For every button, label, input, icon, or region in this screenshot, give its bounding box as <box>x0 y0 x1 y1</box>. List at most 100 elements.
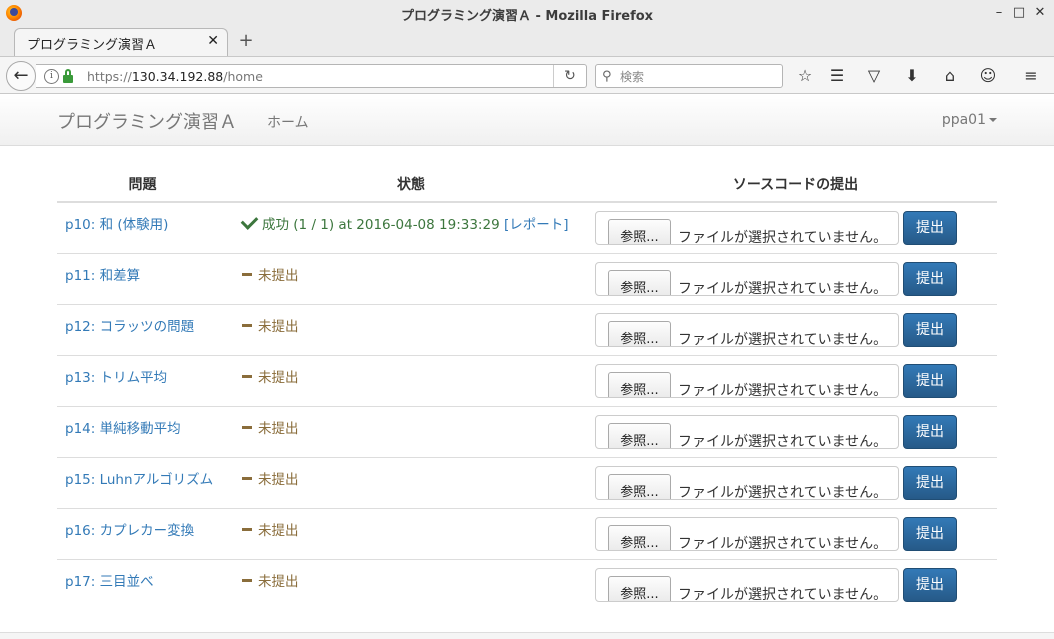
maximize-button[interactable]: □ <box>1010 4 1028 22</box>
file-input[interactable]: 参照... ファイルが選択されていません。 <box>595 517 899 551</box>
emoji-icon[interactable]: ☺ <box>977 65 999 87</box>
search-icon: ⚲ <box>602 69 612 84</box>
submit-button[interactable]: 提出 <box>903 517 957 551</box>
new-tab-button[interactable]: + <box>236 30 256 51</box>
tab-title: プログラミング演習Ａ <box>27 38 158 53</box>
file-input[interactable]: 参照... ファイルが選択されていません。 <box>595 313 899 347</box>
problem-link[interactable]: p17: 三目並べ <box>57 560 228 590</box>
downloads-icon[interactable]: ⬇ <box>901 65 923 87</box>
status-cell: 未提出 <box>228 304 594 356</box>
browse-button[interactable]: 参照... <box>608 321 671 346</box>
browse-button[interactable]: 参照... <box>608 576 671 601</box>
status-text: 未提出 <box>228 407 594 437</box>
search-bar[interactable]: ⚲ <box>595 64 783 88</box>
header-problem: 問題 <box>57 167 228 203</box>
problem-link[interactable]: p16: カプレカー変換 <box>57 509 228 539</box>
url-text[interactable]: https://130.34.192.88/home <box>87 69 263 84</box>
reload-icon[interactable]: ↻ <box>553 65 586 87</box>
status-label: 成功 (1 / 1) at 2016-04-08 19:33:29 <box>262 217 500 233</box>
browse-button[interactable]: 参照... <box>608 474 671 499</box>
file-status-text: ファイルが選択されていません。 <box>678 230 888 245</box>
problem-cell: p12: コラッツの問題 <box>57 304 228 356</box>
table-row: p13: トリム平均 未提出 参照... ファイルが選択されていません。 提出 <box>57 355 997 407</box>
problem-link[interactable]: p13: トリム平均 <box>57 356 228 386</box>
problem-link[interactable]: p14: 単純移動平均 <box>57 407 228 437</box>
file-input[interactable]: 参照... ファイルが選択されていません。 <box>595 568 899 602</box>
problem-cell: p13: トリム平均 <box>57 355 228 407</box>
lock-icon <box>63 69 73 83</box>
back-button[interactable]: ← <box>6 61 36 91</box>
browse-button[interactable]: 参照... <box>608 270 671 295</box>
submit-button[interactable]: 提出 <box>903 568 957 602</box>
bookmark-star-icon[interactable]: ☆ <box>794 65 816 87</box>
status-text: 未提出 <box>228 305 594 335</box>
table-row: p11: 和差算 未提出 参照... ファイルが選択されていません。 提出 <box>57 253 997 305</box>
close-window-button[interactable]: ✕ <box>1031 4 1049 22</box>
submit-cell: 参照... ファイルが選択されていません。 提出 <box>594 355 997 407</box>
pocket-icon[interactable]: ▽ <box>863 65 885 87</box>
problem-cell: p15: Luhnアルゴリズム <box>57 457 228 509</box>
report-link[interactable]: [レポート] <box>504 217 569 233</box>
minus-icon <box>242 272 252 276</box>
table-row: p15: Luhnアルゴリズム 未提出 参照... ファイルが選択されていません。 提出 <box>57 457 997 509</box>
submit-button[interactable]: 提出 <box>903 262 957 296</box>
tab-close-icon[interactable]: ✕ <box>207 33 219 49</box>
status-label: 未提出 <box>258 268 299 284</box>
status-label: 未提出 <box>258 574 299 590</box>
submit-cell: 参照... ファイルが選択されていません。 提出 <box>594 253 997 305</box>
menu-icon[interactable]: ≡ <box>1020 65 1042 87</box>
status-cell: 未提出 <box>228 253 594 305</box>
user-menu[interactable]: ppa01 <box>942 112 997 128</box>
browse-button[interactable]: 参照... <box>608 219 671 244</box>
minus-icon <box>242 476 252 480</box>
minus-icon <box>242 374 252 378</box>
browse-button[interactable]: 参照... <box>608 525 671 550</box>
submit-button[interactable]: 提出 <box>903 364 957 398</box>
problem-link[interactable]: p10: 和 (体験用) <box>57 203 228 233</box>
submit-button[interactable]: 提出 <box>903 466 957 500</box>
table-row: p12: コラッツの問題 未提出 参照... ファイルが選択されていません。 提出 <box>57 304 997 356</box>
file-input[interactable]: 参照... ファイルが選択されていません。 <box>595 262 899 296</box>
submit-button[interactable]: 提出 <box>903 415 957 449</box>
file-input[interactable]: 参照... ファイルが選択されていません。 <box>595 466 899 500</box>
user-name: ppa01 <box>941 112 986 128</box>
status-cell: 成功 (1 / 1) at 2016-04-08 19:33:29 [レポート] <box>228 201 594 254</box>
file-status-text: ファイルが選択されていません。 <box>678 434 888 449</box>
file-status-text: ファイルが選択されていません。 <box>678 383 888 398</box>
brand-link[interactable]: プログラミング演習Ａ <box>57 108 237 134</box>
url-bar[interactable]: i https://130.34.192.88/home ↻ <box>36 64 587 88</box>
file-input[interactable]: 参照... ファイルが選択されていません。 <box>595 211 899 245</box>
table-row: p14: 単純移動平均 未提出 参照... ファイルが選択されていません。 提出 <box>57 406 997 458</box>
minimize-button[interactable]: – <box>990 4 1008 22</box>
home-icon[interactable]: ⌂ <box>939 65 961 87</box>
submit-button[interactable]: 提出 <box>903 313 957 347</box>
submit-button[interactable]: 提出 <box>903 211 957 245</box>
submit-cell: 参照... ファイルが選択されていません。 提出 <box>594 406 997 458</box>
window-titlebar: プログラミング演習Ａ - Mozilla Firefox – □ ✕ <box>0 0 1054 26</box>
status-label: 未提出 <box>258 523 299 539</box>
nav-home-link[interactable]: ホーム <box>267 112 309 132</box>
problem-link[interactable]: p11: 和差算 <box>57 254 228 284</box>
problem-link[interactable]: p15: Luhnアルゴリズム <box>57 458 228 488</box>
caret-down-icon <box>989 118 997 122</box>
browse-button[interactable]: 参照... <box>608 423 671 448</box>
file-input[interactable]: 参照... ファイルが選択されていません。 <box>595 364 899 398</box>
problem-cell: p14: 単純移動平均 <box>57 406 228 458</box>
submit-cell: 参照... ファイルが選択されていません。 提出 <box>594 201 997 254</box>
problem-link[interactable]: p12: コラッツの問題 <box>57 305 228 335</box>
file-input[interactable]: 参照... ファイルが選択されていません。 <box>595 415 899 449</box>
minus-icon <box>242 425 252 429</box>
browse-button[interactable]: 参照... <box>608 372 671 397</box>
search-input[interactable] <box>618 67 772 87</box>
minus-icon <box>242 527 252 531</box>
submit-cell: 参照... ファイルが選択されていません。 提出 <box>594 559 997 610</box>
tab-strip: プログラミング演習Ａ ✕ <box>0 26 1054 56</box>
status-label: 未提出 <box>258 421 299 437</box>
status-label: 未提出 <box>258 472 299 488</box>
reading-list-icon[interactable]: ☰ <box>826 65 848 87</box>
site-info-icon[interactable]: i <box>44 69 59 84</box>
problem-cell: p16: カプレカー変換 <box>57 508 228 560</box>
status-text: 未提出 <box>228 356 594 386</box>
tab-active[interactable]: プログラミング演習Ａ ✕ <box>14 28 228 56</box>
status-text: 成功 (1 / 1) at 2016-04-08 19:33:29 [レポート] <box>228 203 594 233</box>
